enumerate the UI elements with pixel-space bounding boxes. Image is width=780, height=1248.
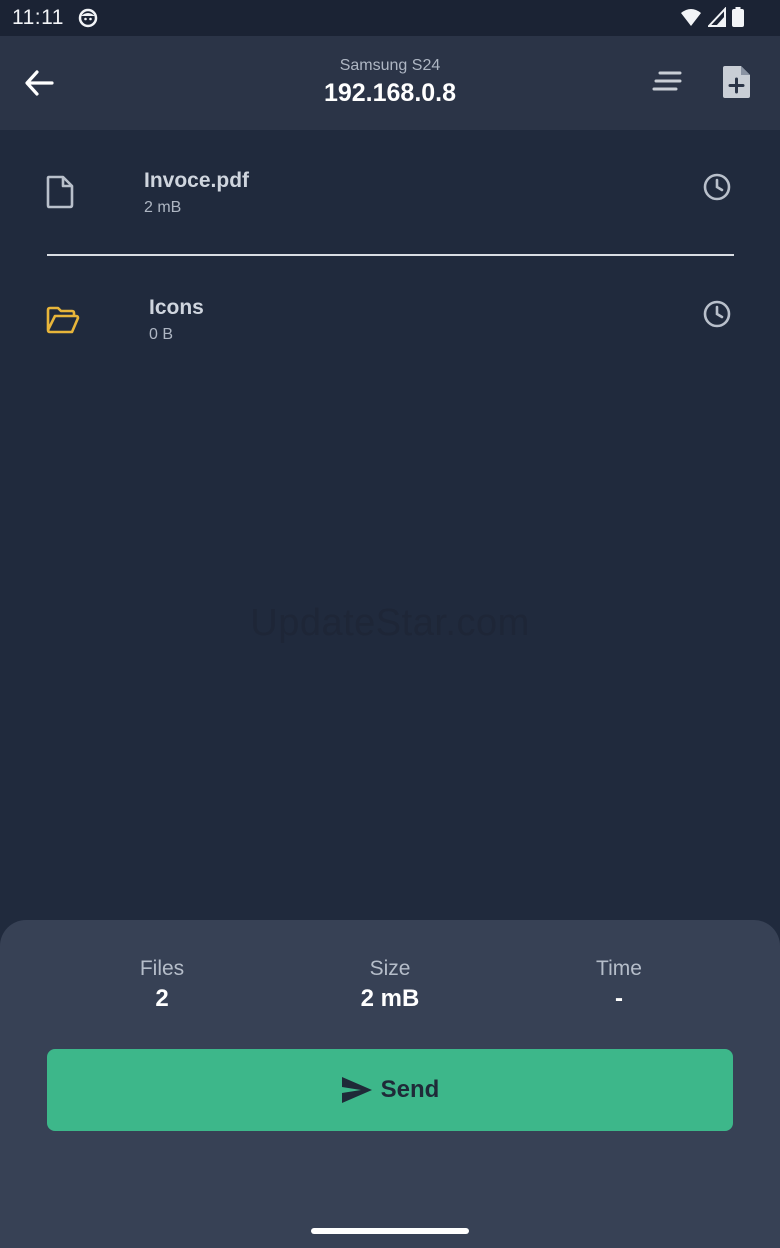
time-stat: Time - xyxy=(519,956,719,1014)
size-label: Size xyxy=(369,957,411,980)
folder-size: 0 B xyxy=(149,326,174,343)
add-file-button[interactable] xyxy=(722,65,758,101)
list-item[interactable]: Invoce.pdf 2 mB xyxy=(0,155,780,245)
size-stat: Size 2 mB xyxy=(290,956,490,1014)
sort-lines-icon xyxy=(652,71,682,91)
status-time: 11:11 xyxy=(12,6,64,29)
file-icon xyxy=(46,175,74,214)
app-bar: Samsung S24 192.168.0.8 xyxy=(0,36,780,130)
sort-button[interactable] xyxy=(650,70,690,96)
title-block: Samsung S24 192.168.0.8 xyxy=(190,56,590,109)
files-stat: Files 2 xyxy=(62,956,262,1014)
files-value: 2 xyxy=(155,985,169,1012)
file-plus-icon xyxy=(723,66,750,98)
status-bar: 11:11 xyxy=(0,0,780,36)
page-title: 192.168.0.8 xyxy=(323,79,457,107)
watermark: UpdateStar.com xyxy=(250,602,530,644)
files-label: Files xyxy=(139,957,185,980)
clock-icon[interactable] xyxy=(702,172,732,202)
arrow-left-icon xyxy=(25,70,54,96)
folder-icon xyxy=(46,306,80,339)
battery-icon xyxy=(732,7,744,32)
signal-icon xyxy=(706,6,726,32)
list-item[interactable]: Icons 0 B xyxy=(0,282,780,372)
divider xyxy=(47,254,734,256)
transfer-summary-sheet: Files 2 Size 2 mB Time - Send xyxy=(0,920,780,1248)
send-button[interactable]: Send xyxy=(47,1049,733,1131)
send-icon xyxy=(341,1077,372,1103)
size-value: 2 mB xyxy=(360,985,420,1012)
send-label: Send xyxy=(380,1076,440,1103)
notification-icon xyxy=(78,8,98,33)
time-label: Time xyxy=(596,957,642,980)
folder-name: Icons xyxy=(149,296,204,319)
file-size: 2 mB xyxy=(144,199,182,216)
wifi-icon xyxy=(680,7,702,32)
home-indicator[interactable] xyxy=(311,1228,469,1234)
clock-icon[interactable] xyxy=(702,299,732,329)
time-value: - xyxy=(615,985,623,1012)
device-name: Samsung S24 xyxy=(339,57,441,74)
back-button[interactable] xyxy=(22,66,62,100)
file-name: Invoce.pdf xyxy=(144,169,250,192)
